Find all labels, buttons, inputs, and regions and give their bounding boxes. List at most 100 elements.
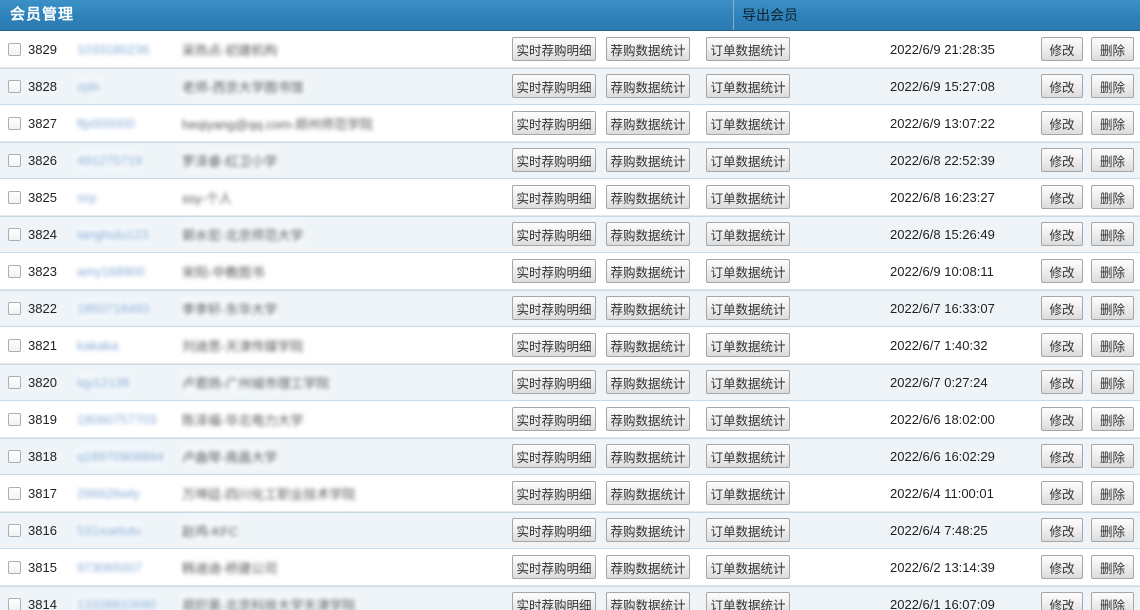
realtime-purchase-detail-button[interactable]: 实时荐购明细 <box>512 333 596 357</box>
row-checkbox[interactable] <box>8 191 21 204</box>
member-username-link[interactable]: ssy <box>75 189 99 206</box>
recommend-data-stats-button[interactable]: 荐购数据统计 <box>606 555 690 579</box>
edit-button[interactable]: 修改 <box>1041 481 1083 505</box>
member-username-link[interactable]: ftp000000 <box>75 115 137 132</box>
order-data-stats-button[interactable]: 订单数据统计 <box>706 444 790 468</box>
member-username-link[interactable]: lqy12138 <box>75 374 132 391</box>
order-data-stats-button[interactable]: 订单数据统计 <box>706 333 790 357</box>
recommend-data-stats-button[interactable]: 荐购数据统计 <box>606 592 690 610</box>
delete-button[interactable]: 删除 <box>1091 444 1134 468</box>
order-data-stats-button[interactable]: 订单数据统计 <box>706 296 790 320</box>
realtime-purchase-detail-button[interactable]: 实时荐购明细 <box>512 37 596 61</box>
member-username-link[interactable]: 1850718493 <box>75 300 151 317</box>
row-checkbox[interactable] <box>8 598 21 610</box>
delete-button[interactable]: 删除 <box>1091 555 1134 579</box>
delete-button[interactable]: 删除 <box>1091 592 1134 610</box>
order-data-stats-button[interactable]: 订单数据统计 <box>706 481 790 505</box>
realtime-purchase-detail-button[interactable]: 实时荐购明细 <box>512 185 596 209</box>
recommend-data-stats-button[interactable]: 荐购数据统计 <box>606 481 690 505</box>
realtime-purchase-detail-button[interactable]: 实时荐购明细 <box>512 148 596 172</box>
delete-button[interactable]: 删除 <box>1091 222 1134 246</box>
order-data-stats-button[interactable]: 订单数据统计 <box>706 259 790 283</box>
row-checkbox[interactable] <box>8 80 21 93</box>
member-username-link[interactable]: 18060757703 <box>75 411 159 428</box>
order-data-stats-button[interactable]: 订单数据统计 <box>706 148 790 172</box>
delete-button[interactable]: 删除 <box>1091 481 1134 505</box>
delete-button[interactable]: 删除 <box>1091 333 1134 357</box>
delete-button[interactable]: 删除 <box>1091 407 1134 431</box>
delete-button[interactable]: 删除 <box>1091 74 1134 98</box>
realtime-purchase-detail-button[interactable]: 实时荐购明细 <box>512 407 596 431</box>
recommend-data-stats-button[interactable]: 荐购数据统计 <box>606 407 690 431</box>
edit-button[interactable]: 修改 <box>1041 296 1083 320</box>
edit-button[interactable]: 修改 <box>1041 222 1083 246</box>
edit-button[interactable]: 修改 <box>1041 185 1083 209</box>
recommend-data-stats-button[interactable]: 荐购数据统计 <box>606 518 690 542</box>
row-checkbox[interactable] <box>8 524 21 537</box>
edit-button[interactable]: 修改 <box>1041 370 1083 394</box>
row-checkbox[interactable] <box>8 265 21 278</box>
row-checkbox[interactable] <box>8 43 21 56</box>
order-data-stats-button[interactable]: 订单数据统计 <box>706 111 790 135</box>
recommend-data-stats-button[interactable]: 荐购数据统计 <box>606 222 690 246</box>
realtime-purchase-detail-button[interactable]: 实时荐购明细 <box>512 481 596 505</box>
realtime-purchase-detail-button[interactable]: 实时荐购明细 <box>512 370 596 394</box>
realtime-purchase-detail-button[interactable]: 实时荐购明细 <box>512 555 596 579</box>
export-members-button[interactable]: 导出会员 <box>738 0 802 30</box>
member-username-link[interactable]: q18970908894 <box>75 448 166 465</box>
edit-button[interactable]: 修改 <box>1041 259 1083 283</box>
order-data-stats-button[interactable]: 订单数据统计 <box>706 592 790 610</box>
order-data-stats-button[interactable]: 订单数据统计 <box>706 222 790 246</box>
order-data-stats-button[interactable]: 订单数据统计 <box>706 74 790 98</box>
member-username-link[interactable]: kakaka <box>75 337 120 354</box>
delete-button[interactable]: 删除 <box>1091 148 1134 172</box>
row-checkbox[interactable] <box>8 561 21 574</box>
edit-button[interactable]: 修改 <box>1041 111 1083 135</box>
edit-button[interactable]: 修改 <box>1041 74 1083 98</box>
recommend-data-stats-button[interactable]: 荐购数据统计 <box>606 37 690 61</box>
member-username-link[interactable]: 491275719 <box>75 152 144 169</box>
realtime-purchase-detail-button[interactable]: 实时荐购明细 <box>512 74 596 98</box>
delete-button[interactable]: 删除 <box>1091 370 1134 394</box>
delete-button[interactable]: 删除 <box>1091 518 1134 542</box>
row-checkbox[interactable] <box>8 339 21 352</box>
order-data-stats-button[interactable]: 订单数据统计 <box>706 555 790 579</box>
order-data-stats-button[interactable]: 订单数据统计 <box>706 518 790 542</box>
edit-button[interactable]: 修改 <box>1041 148 1083 172</box>
recommend-data-stats-button[interactable]: 荐购数据统计 <box>606 111 690 135</box>
row-checkbox[interactable] <box>8 302 21 315</box>
row-checkbox[interactable] <box>8 450 21 463</box>
edit-button[interactable]: 修改 <box>1041 592 1083 610</box>
edit-button[interactable]: 修改 <box>1041 555 1083 579</box>
recommend-data-stats-button[interactable]: 荐购数据统计 <box>606 74 690 98</box>
delete-button[interactable]: 删除 <box>1091 259 1134 283</box>
row-checkbox[interactable] <box>8 487 21 500</box>
realtime-purchase-detail-button[interactable]: 实时荐购明细 <box>512 592 596 610</box>
member-username-link[interactable]: 296626wty <box>75 485 142 502</box>
realtime-purchase-detail-button[interactable]: 实时荐购明细 <box>512 111 596 135</box>
recommend-data-stats-button[interactable]: 荐购数据统计 <box>606 333 690 357</box>
delete-button[interactable]: 删除 <box>1091 296 1134 320</box>
recommend-data-stats-button[interactable]: 荐购数据统计 <box>606 148 690 172</box>
order-data-stats-button[interactable]: 订单数据统计 <box>706 37 790 61</box>
recommend-data-stats-button[interactable]: 荐购数据统计 <box>606 259 690 283</box>
member-username-link[interactable]: tanghulu123 <box>75 226 151 243</box>
realtime-purchase-detail-button[interactable]: 实时荐购明细 <box>512 518 596 542</box>
edit-button[interactable]: 修改 <box>1041 518 1083 542</box>
edit-button[interactable]: 修改 <box>1041 407 1083 431</box>
delete-button[interactable]: 删除 <box>1091 111 1134 135</box>
edit-button[interactable]: 修改 <box>1041 444 1083 468</box>
realtime-purchase-detail-button[interactable]: 实时荐购明细 <box>512 222 596 246</box>
delete-button[interactable]: 删除 <box>1091 37 1134 61</box>
recommend-data-stats-button[interactable]: 荐购数据统计 <box>606 370 690 394</box>
realtime-purchase-detail-button[interactable]: 实时荐购明细 <box>512 444 596 468</box>
realtime-purchase-detail-button[interactable]: 实时荐购明细 <box>512 259 596 283</box>
member-username-link[interactable]: zjdx <box>75 78 102 95</box>
order-data-stats-button[interactable]: 订单数据统计 <box>706 407 790 431</box>
recommend-data-stats-button[interactable]: 荐购数据统计 <box>606 185 690 209</box>
row-checkbox[interactable] <box>8 413 21 426</box>
edit-button[interactable]: 修改 <box>1041 333 1083 357</box>
row-checkbox[interactable] <box>8 228 21 241</box>
member-username-link[interactable]: 973065007 <box>75 559 144 576</box>
member-username-link[interactable]: amy168900 <box>75 263 147 280</box>
